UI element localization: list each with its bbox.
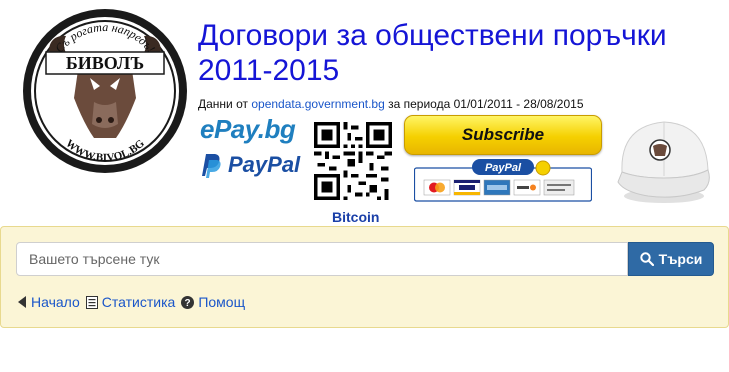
mastercard-icon xyxy=(423,179,451,196)
logo-name: БИВОЛЪ xyxy=(66,53,144,73)
nav-home[interactable]: Начало xyxy=(18,294,80,310)
visa-icon xyxy=(453,179,481,196)
nav-stats[interactable]: Статистика xyxy=(85,294,176,310)
bivol-cap-image[interactable] xyxy=(608,112,718,212)
search-input[interactable] xyxy=(16,242,628,276)
nav-help[interactable]: ? Помощ xyxy=(181,294,245,310)
page-title: Договори за обществени поръчки 2011-2015 xyxy=(198,19,667,87)
subscribe-button[interactable]: Subscribe xyxy=(404,115,602,155)
paypal-button[interactable]: PayPal xyxy=(198,150,300,180)
source-prefix: Данни от xyxy=(198,97,248,111)
bitcoin-label[interactable]: Bitcoin xyxy=(332,209,379,225)
footer-nav: Начало Статистика ? Помощ xyxy=(18,294,251,310)
nav-home-label: Начало xyxy=(31,294,80,310)
paypal-badge-label: PayPal xyxy=(485,162,522,174)
discover-icon xyxy=(513,179,541,196)
list-icon xyxy=(85,295,98,309)
help-icon: ? xyxy=(181,295,195,309)
bivol-logo[interactable]: БИВОЛЪ Съ рогата напредъ! WWW.BIVOL.BG xyxy=(20,6,190,176)
svg-text:?: ? xyxy=(185,298,191,309)
amex-icon xyxy=(483,179,511,196)
search-button[interactable]: Търси xyxy=(628,242,714,276)
echeck-icon xyxy=(543,179,575,196)
paypal-label: PayPal xyxy=(228,152,301,177)
bitcoin-qr-code[interactable] xyxy=(314,122,392,200)
paypal-icon xyxy=(202,154,221,178)
search-button-label: Търси xyxy=(658,251,703,267)
source-suffix: за периода 01/01/2011 - 28/08/2015 xyxy=(388,97,584,111)
nav-stats-label: Статистика xyxy=(101,294,176,310)
caret-left-icon xyxy=(18,296,27,308)
source-link[interactable]: opendata.government.bg xyxy=(251,97,384,111)
source-line: Данни от opendata.government.bg за перио… xyxy=(198,97,584,111)
nav-help-label: Помощ xyxy=(198,294,246,310)
search-icon xyxy=(639,252,654,266)
paypal-cards-badge[interactable]: PayPal xyxy=(414,158,592,202)
epay-button[interactable]: ePay.bg xyxy=(200,114,296,145)
